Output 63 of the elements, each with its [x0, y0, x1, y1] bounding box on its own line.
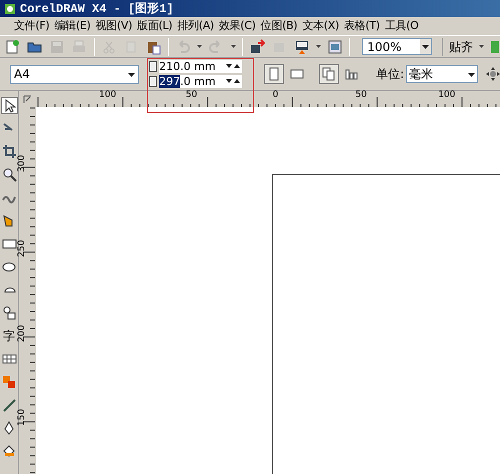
- save-icon: [49, 38, 66, 54]
- menu-item[interactable]: 版面(L): [137, 18, 172, 34]
- units-label: 单位:: [376, 66, 404, 83]
- page-width-icon: [149, 61, 158, 72]
- zoom-value: 100%: [367, 38, 402, 56]
- all-pages-icon: [322, 67, 336, 81]
- toolbar-button[interactable]: [4, 38, 20, 56]
- landscape-icon: [290, 67, 304, 81]
- width-field[interactable]: 210.0 mm: [159, 60, 242, 73]
- snap-button[interactable]: 贴齐: [448, 38, 473, 56]
- app-icon: [4, 2, 16, 14]
- ruler-label: 300: [18, 154, 28, 172]
- ruler-label: 0: [272, 91, 278, 100]
- printer-icon: [71, 38, 88, 54]
- units-value: 毫米: [409, 66, 434, 83]
- menu-item[interactable]: 文本(X): [302, 18, 339, 34]
- ruler-label: 250: [18, 240, 28, 257]
- new-document-icon: [4, 38, 20, 54]
- effects-icon: [2, 374, 16, 389]
- ruler-label: 200: [18, 324, 28, 342]
- page-height-icon: [149, 76, 158, 87]
- shapes-icon: [2, 305, 16, 320]
- zoom-dropdown[interactable]: 100%: [362, 38, 432, 55]
- menu-item[interactable]: 文件(F): [14, 18, 50, 34]
- toolbar-button[interactable]: [326, 38, 344, 56]
- window-icon: [327, 38, 344, 54]
- ruler-label: 50: [355, 91, 367, 100]
- tool-button[interactable]: [0, 97, 18, 114]
- dropdown-arrow-icon[interactable]: [478, 44, 484, 48]
- height-field[interactable]: 297.0 mm: [159, 75, 242, 88]
- ruler-label: 100: [99, 91, 116, 100]
- portrait-button[interactable]: [264, 64, 284, 84]
- units-dropdown[interactable]: 毫米: [406, 65, 478, 83]
- menu-item[interactable]: 效果(C): [218, 18, 256, 34]
- menu-item[interactable]: 排列(A): [177, 18, 214, 34]
- window-title: CorelDRAW X4 - [图形1]: [20, 0, 174, 18]
- ruler-label: 100: [438, 91, 456, 100]
- menu-item[interactable]: 编辑(E): [54, 18, 90, 34]
- menu-item[interactable]: 视图(V): [95, 18, 132, 34]
- ruler-label: 50: [186, 91, 198, 100]
- tool-button[interactable]: [0, 304, 18, 321]
- menu-item[interactable]: 表格(T): [344, 18, 380, 34]
- all-pages-button[interactable]: [319, 64, 340, 84]
- dropdown-arrow-icon[interactable]: [197, 44, 202, 48]
- ruler-label: 150: [18, 409, 28, 426]
- toolbar-button[interactable]: [248, 38, 266, 56]
- search-icon: [2, 167, 16, 182]
- menu-item[interactable]: 位图(B): [260, 18, 298, 34]
- portrait-icon: [267, 67, 282, 81]
- import-icon: [248, 38, 265, 54]
- paper-size-dropdown[interactable]: A4: [10, 64, 140, 84]
- monitor-icon: [294, 38, 310, 54]
- fill-icon: [2, 443, 16, 458]
- move-icon[interactable]: [486, 67, 500, 81]
- dropdown-arrow-icon[interactable]: [230, 44, 236, 48]
- ruler-origin-icon[interactable]: [23, 94, 32, 104]
- tool-button[interactable]: 字: [0, 327, 18, 344]
- current-page-icon: [345, 67, 360, 81]
- crop-icon: [2, 144, 16, 159]
- paper-size-value: A4: [14, 66, 30, 83]
- menu-item[interactable]: 工具(O: [384, 18, 418, 34]
- dropdown-arrow-icon[interactable]: [316, 44, 321, 48]
- tool-button[interactable]: [0, 166, 18, 183]
